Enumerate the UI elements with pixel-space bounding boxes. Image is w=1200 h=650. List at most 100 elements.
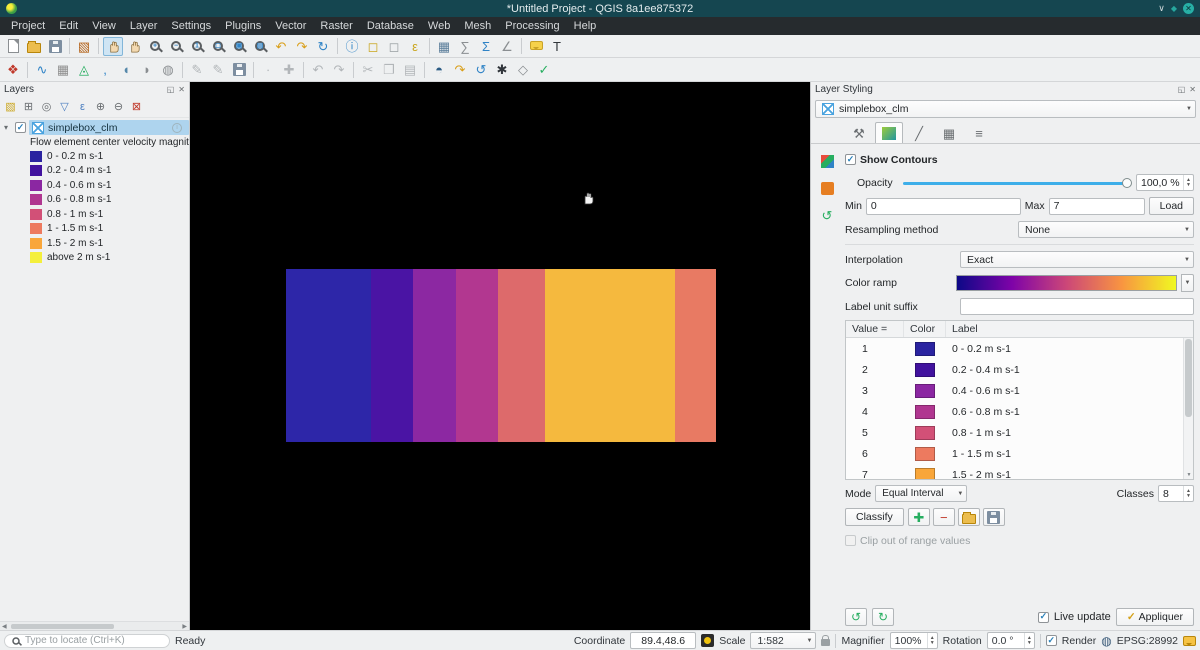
tab-vectors-icon[interactable]: ╱ (909, 124, 929, 143)
table-scrollbar[interactable]: ▼ (1183, 338, 1193, 479)
plugin-manager-icon[interactable]: ◇ (513, 60, 533, 79)
vertex-tool-icon[interactable]: ✚ (279, 60, 299, 79)
mesh-symbology-tab-icon[interactable] (818, 152, 836, 170)
menu-database[interactable]: Database (360, 19, 421, 33)
toggle-extents-icon[interactable] (701, 634, 714, 647)
field-calculator-icon[interactable]: ∑ (455, 37, 475, 56)
tab-contours[interactable] (875, 122, 903, 143)
manage-map-themes-icon[interactable]: ◎ (38, 99, 55, 116)
zoom-in-icon[interactable]: + (145, 37, 165, 56)
interpolation-combo[interactable]: Exact ▼ (960, 251, 1194, 268)
locator-search[interactable] (4, 634, 170, 648)
menu-project[interactable]: Project (4, 19, 52, 33)
max-input[interactable] (1049, 198, 1145, 215)
remove-layer-icon[interactable]: ⊠ (128, 99, 145, 116)
add-delimited-text-layer-icon[interactable]: , (95, 60, 115, 79)
legend-item[interactable]: above 2 m s-1 (0, 251, 189, 266)
legend-item[interactable]: 0 - 0.2 m s-1 (0, 149, 189, 164)
data-source-manager-icon[interactable]: ❖ (3, 60, 23, 79)
remove-class-icon[interactable]: − (934, 508, 954, 527)
legend-item[interactable]: 0.2 - 0.4 m s-1 (0, 164, 189, 179)
text-annotation-icon[interactable]: T (547, 37, 567, 56)
project-save-icon[interactable] (45, 37, 65, 56)
spin-arrows-icon[interactable]: ▲▼ (1183, 175, 1193, 190)
color-ramp-preview[interactable] (956, 275, 1177, 291)
dataset-group-row[interactable]: Flow element center velocity magnitud (0, 135, 189, 149)
menu-plugins[interactable]: Plugins (218, 19, 268, 33)
tab-general-settings[interactable]: ⚒ (845, 122, 873, 143)
zoom-out-icon[interactable]: − (166, 37, 186, 56)
row-color-swatch[interactable] (915, 342, 935, 356)
value-table-row[interactable]: 50.8 - 1 m s-1 (846, 422, 1193, 443)
layer-visibility-checkbox[interactable] (15, 122, 26, 133)
label-unit-suffix-input[interactable] (960, 298, 1194, 315)
tab-averaging-icon[interactable]: ≡ (969, 124, 989, 143)
toggle-editing-icon[interactable]: ✎ (208, 60, 228, 79)
clip-out-of-range-checkbox[interactable] (845, 535, 856, 546)
float-panel-icon[interactable]: ◱ (1178, 85, 1186, 94)
processing-toolbox-icon[interactable]: ✱ (492, 60, 512, 79)
close-panel-icon[interactable]: ✕ (178, 85, 185, 94)
refresh-map-icon[interactable]: ↻ (313, 37, 333, 56)
cut-features-icon[interactable]: ✂ (358, 60, 378, 79)
redo-style-button[interactable]: ↻ (872, 608, 894, 626)
row-color-swatch[interactable] (915, 468, 935, 481)
paste-features-icon[interactable]: ▤ (400, 60, 420, 79)
value-table-row[interactable]: 71.5 - 2 m s-1 (846, 464, 1193, 480)
project-open-icon[interactable] (24, 37, 44, 56)
menu-edit[interactable]: Edit (52, 19, 85, 33)
style-manager-icon[interactable]: ▧ (74, 37, 94, 56)
statistics-summary-icon[interactable]: Σ (476, 37, 496, 56)
save-classes-icon[interactable] (984, 508, 1004, 527)
tab-contours-icon[interactable] (879, 124, 899, 143)
tab-vectors[interactable]: ╱ (905, 122, 933, 143)
value-table-row[interactable]: 10 - 0.2 m s-1 (846, 338, 1193, 359)
layers-horizontal-scrollbar[interactable]: ◀ ▶ (0, 621, 189, 630)
scroll-right-icon[interactable]: ▶ (180, 623, 189, 630)
menu-vector[interactable]: Vector (268, 19, 313, 33)
select-features-icon[interactable]: ◻ (363, 37, 383, 56)
magnifier-spinbox[interactable]: 100% ▲▼ (890, 632, 938, 649)
expander-icon[interactable]: ▾ (4, 123, 12, 132)
zoom-native-icon[interactable]: 1 (187, 37, 207, 56)
copy-features-icon[interactable]: ❐ (379, 60, 399, 79)
undo-style-button[interactable]: ↺ (845, 608, 867, 626)
expand-all-icon[interactable]: ⊕ (92, 99, 109, 116)
open-layer-styling-panel-icon[interactable]: ▧ (2, 99, 19, 116)
opacity-spinbox[interactable]: 100,0 % ▲▼ (1136, 174, 1194, 191)
opacity-slider[interactable] (903, 175, 1132, 191)
remove-class-button[interactable]: − (933, 508, 955, 526)
legend-item[interactable]: 1 - 1.5 m s-1 (0, 222, 189, 237)
shade-window-icon[interactable]: ∨ (1158, 3, 1165, 14)
show-contours-checkbox[interactable] (845, 154, 856, 165)
layer-name[interactable]: simplebox_clm (48, 122, 117, 134)
row-color-swatch[interactable] (915, 384, 935, 398)
row-color-swatch[interactable] (915, 363, 935, 377)
identify-features-icon[interactable]: ⓘ (342, 37, 362, 56)
add-feature-icon[interactable]: ∙ (258, 60, 278, 79)
3d-view-tab-icon[interactable] (818, 179, 836, 197)
value-table-row[interactable]: 61 - 1.5 m s-1 (846, 443, 1193, 464)
value-table-row[interactable]: 40.6 - 0.8 m s-1 (846, 401, 1193, 422)
add-wms-layer-icon[interactable]: ◍ (158, 60, 178, 79)
close-panel-icon[interactable]: ✕ (1189, 85, 1196, 94)
layer-row[interactable]: ▾ simplebox_clm i (0, 120, 189, 135)
lock-scale-icon[interactable] (821, 639, 830, 646)
save-edits-icon[interactable] (229, 60, 249, 79)
check-geometry-icon[interactable]: ✓ (534, 60, 554, 79)
redo-icon[interactable]: ↷ (329, 60, 349, 79)
zoom-to-layer-icon[interactable]: ▤ (250, 37, 270, 56)
menu-layer[interactable]: Layer (123, 19, 165, 33)
scroll-left-icon[interactable]: ◀ (0, 623, 9, 630)
menu-settings[interactable]: Settings (164, 19, 218, 33)
spin-arrows-icon[interactable]: ▲▼ (927, 633, 937, 648)
float-panel-icon[interactable]: ◱ (167, 85, 175, 94)
zoom-to-selection-icon[interactable]: ▣ (229, 37, 249, 56)
apply-button[interactable]: ✓ Appliquer (1116, 608, 1194, 626)
add-vector-layer-icon[interactable]: ∿ (32, 60, 52, 79)
classify-button[interactable]: Classify (845, 508, 904, 526)
spin-arrows-icon[interactable]: ▲▼ (1024, 633, 1034, 648)
legend-item[interactable]: 0.6 - 0.8 m s-1 (0, 193, 189, 208)
add-postgis-layer-icon[interactable]: ◖ (116, 60, 136, 79)
tab-general-settings-icon[interactable]: ⚒ (849, 124, 869, 143)
